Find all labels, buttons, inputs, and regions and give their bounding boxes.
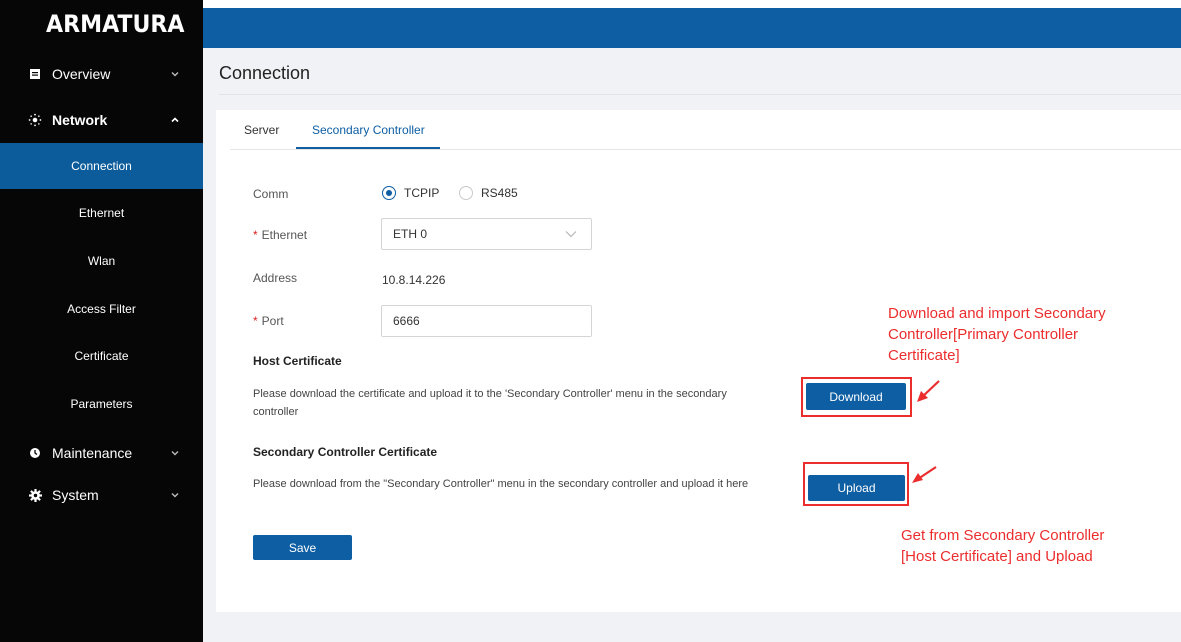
sidebar-item-label: Connection <box>71 159 132 173</box>
secondary-certificate-heading: Secondary Controller Certificate <box>253 445 438 459</box>
chevron-up-icon <box>171 117 179 123</box>
required-mark: * <box>253 314 258 328</box>
sidebar-group-label: Maintenance <box>52 445 133 461</box>
required-mark: * <box>253 228 258 242</box>
sidebar-item-label: Parameters <box>70 397 133 411</box>
port-input-value: 6666 <box>393 314 420 328</box>
sidebar-group-overview[interactable]: Overview <box>0 51 203 97</box>
active-tab-indicator <box>296 147 440 149</box>
sidebar-item-label: Access Filter <box>67 302 136 316</box>
ethernet-label-text: Ethernet <box>261 228 308 242</box>
sidebar-item-label: Certificate <box>74 349 129 363</box>
gear-icon <box>28 488 42 502</box>
download-annotation-line-1: Download and import Secondary <box>888 305 1106 322</box>
overview-icon <box>28 67 42 81</box>
network-icon <box>28 113 42 127</box>
sidebar-item-ethernet[interactable]: Ethernet <box>0 190 203 236</box>
brand-logo: ARMATURA <box>46 10 185 38</box>
download-annotation-line-2: Controller[Primary Controller <box>888 326 1079 343</box>
port-label: * Port <box>253 314 284 328</box>
secondary-certificate-description: Please download from the "Secondary Cont… <box>253 478 749 490</box>
port-label-text: Port <box>261 314 284 328</box>
address-value: 10.8.14.226 <box>382 273 446 287</box>
sidebar-group-network[interactable]: Network <box>0 97 203 143</box>
host-certificate-desc-line-2: controller <box>253 406 299 418</box>
download-annotation-line-3: Certificate] <box>888 347 960 364</box>
sidebar: ARMATURA Overview Network Connection Eth… <box>0 0 203 642</box>
sidebar-item-connection[interactable]: Connection <box>0 143 203 189</box>
upload-arrow-icon <box>912 466 937 483</box>
ethernet-select-value: ETH 0 <box>393 227 428 241</box>
radio-tcpip[interactable] <box>382 186 396 200</box>
download-arrow-icon <box>917 380 940 402</box>
header-bar <box>203 8 1181 48</box>
comm-label: Comm <box>253 187 289 201</box>
sidebar-item-access-filter[interactable]: Access Filter <box>0 286 203 332</box>
sidebar-group-label: System <box>52 487 99 503</box>
sidebar-item-certificate[interactable]: Certificate <box>0 333 203 379</box>
radio-rs485-label: RS485 <box>481 186 518 200</box>
chevron-down-icon <box>171 451 179 456</box>
sidebar-item-label: Ethernet <box>78 206 125 220</box>
save-button[interactable]: Save <box>253 535 352 560</box>
download-button[interactable]: Download <box>806 383 906 410</box>
chevron-down-icon <box>565 231 577 238</box>
upload-annotation-line-2: [Host Certificate] and Upload <box>901 548 1093 565</box>
page-title: Connection <box>219 63 311 83</box>
chevron-down-icon <box>171 493 179 498</box>
ethernet-select[interactable]: ETH 0 <box>381 218 592 250</box>
sidebar-group-label: Overview <box>52 66 111 82</box>
ethernet-label: * Ethernet <box>253 228 307 242</box>
sidebar-item-wlan[interactable]: Wlan <box>0 238 203 284</box>
chevron-down-icon <box>171 72 179 77</box>
sidebar-group-maintenance[interactable]: Maintenance <box>0 430 203 476</box>
host-certificate-heading: Host Certificate <box>253 354 342 368</box>
port-input[interactable]: 6666 <box>381 305 592 337</box>
header-top-strip <box>203 0 1181 8</box>
tab-secondary-controller[interactable]: Secondary Controller <box>312 123 425 137</box>
sidebar-item-label: Wlan <box>87 254 116 268</box>
radio-tcpip-label: TCPIP <box>404 186 440 200</box>
host-certificate-desc-line-1: Please download the certificate and uplo… <box>253 388 727 400</box>
download-annotation: Download and import Secondary Controller… <box>888 303 1106 366</box>
address-label: Address <box>253 271 298 285</box>
maintenance-icon <box>28 446 42 460</box>
tab-server[interactable]: Server <box>244 123 279 137</box>
sidebar-group-system[interactable]: System <box>0 472 203 518</box>
radio-rs485[interactable] <box>459 186 473 200</box>
sidebar-group-label: Network <box>52 112 108 128</box>
upload-annotation: Get from Secondary Controller [Host Cert… <box>901 525 1104 567</box>
sidebar-item-parameters[interactable]: Parameters <box>0 381 203 427</box>
upload-button[interactable]: Upload <box>808 475 905 501</box>
tabs-divider <box>230 149 1181 150</box>
title-divider <box>219 94 1181 95</box>
host-certificate-description: Please download the certificate and uplo… <box>253 385 793 421</box>
upload-annotation-line-1: Get from Secondary Controller <box>901 527 1105 544</box>
